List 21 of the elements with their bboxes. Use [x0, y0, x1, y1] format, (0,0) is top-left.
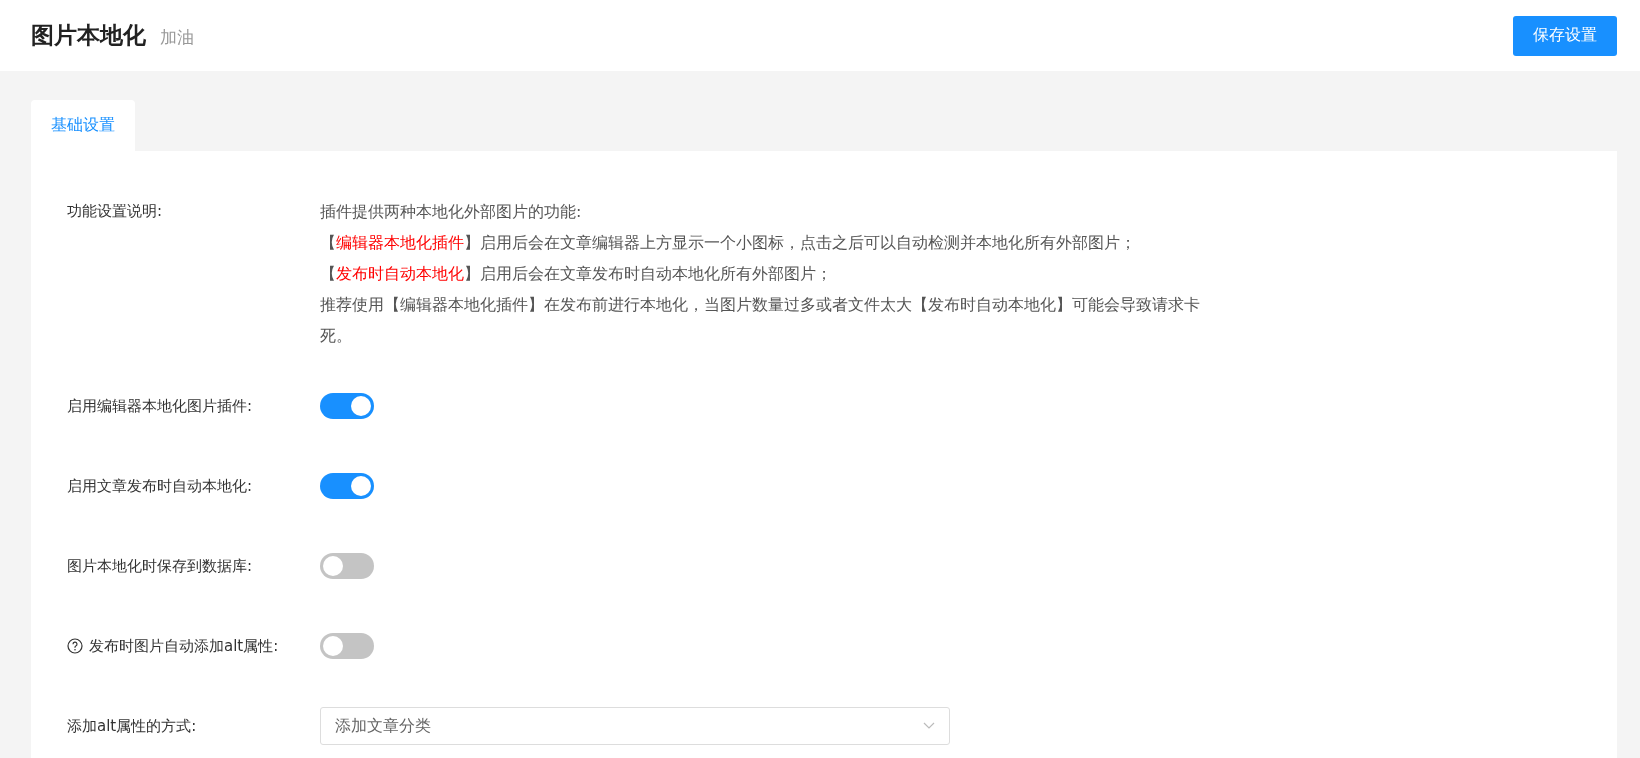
description-text: 【发布时自动本地化】启用后会在文章发布时自动本地化所有外部图片；	[320, 263, 833, 285]
help-icon[interactable]	[67, 638, 83, 654]
description-text: 插件提供两种本地化外部图片的功能:	[320, 201, 583, 223]
toggle-switch[interactable]	[320, 633, 374, 659]
tab[interactable]: 基础设置	[31, 100, 135, 151]
description-text: 【编辑器本地化插件】启用后会在文章编辑器上方显示一个小图标，点击之后可以自动检测并本地化所有外部图片；	[320, 232, 1137, 254]
save-button[interactable]: 保存设置	[1513, 15, 1617, 56]
field-label: 添加alt属性的方式:	[67, 716, 197, 736]
dropdown-field[interactable]: 添加文章分类	[320, 707, 950, 745]
chevron-down-icon	[923, 722, 935, 730]
field-label: 图片本地化时保存到数据库:	[67, 556, 253, 576]
page-title: 图片本地化	[31, 21, 146, 50]
toggle-switch[interactable]	[320, 553, 374, 579]
field-label: 功能设置说明:	[67, 201, 164, 222]
toggle-switch[interactable]	[320, 473, 374, 499]
toggle-switch[interactable]	[320, 393, 374, 419]
description-text: 推荐使用【编辑器本地化插件】在发布前进行本地化，当图片数量过多或者文件太大【发布时自动本地化】可能会导致请求卡死。	[320, 294, 1201, 347]
field-label: 启用编辑器本地化图片插件:	[67, 396, 253, 416]
field-label: 发布时图片自动添加alt属性:	[89, 636, 279, 656]
field-label: 启用文章发布时自动本地化:	[67, 476, 253, 496]
page-subtitle: 加油	[160, 26, 194, 49]
